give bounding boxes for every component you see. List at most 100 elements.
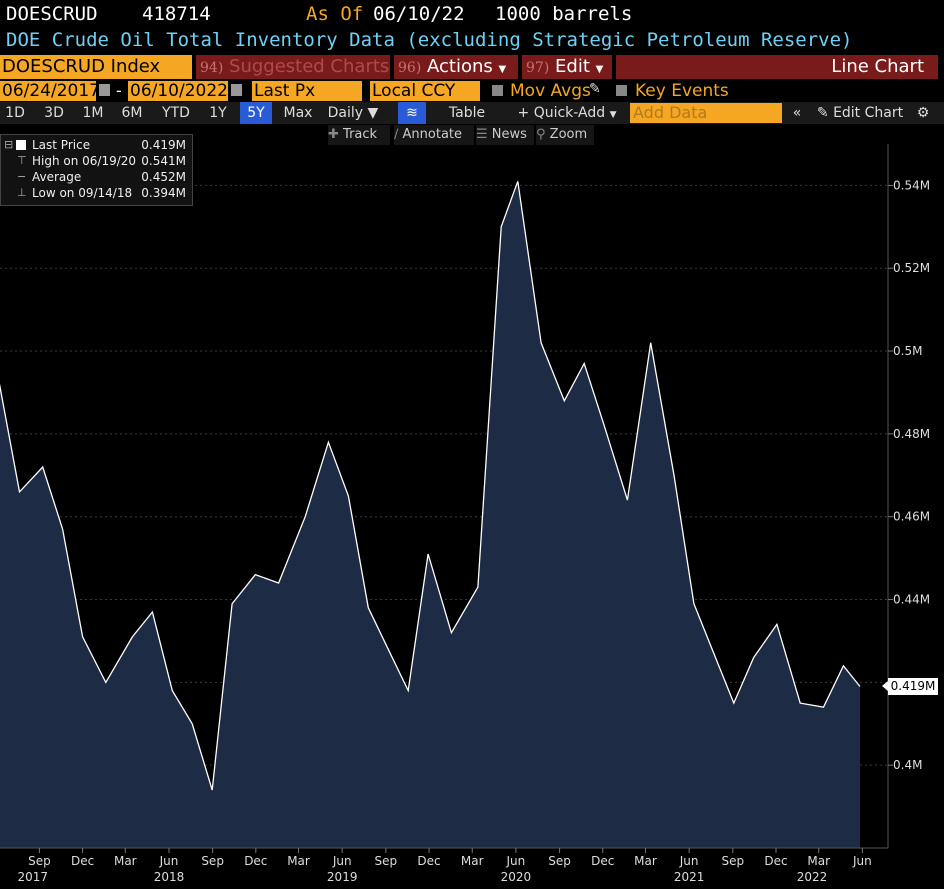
x-tick-label: Mar	[634, 854, 657, 868]
low-marker-icon: ⊥	[17, 186, 27, 199]
x-year-label: 2021	[674, 870, 705, 884]
calendar-icon[interactable]	[231, 84, 242, 96]
chevron-down-icon: ▼	[609, 110, 617, 120]
range-max-button[interactable]: Max	[278, 102, 318, 124]
y-tick-label: 0.4M	[893, 758, 922, 772]
table-button[interactable]: Table	[436, 102, 498, 124]
x-tick-label: Sep	[721, 854, 744, 868]
news-icon: ☰	[476, 127, 488, 142]
edit-chart-button[interactable]: ✎ Edit Chart	[810, 102, 910, 124]
chart-type-label[interactable]: Line Chart	[616, 55, 938, 79]
legend-high-label: High on 06/19/20	[32, 154, 137, 168]
actions-num: 96)	[398, 60, 422, 76]
x-tick-label: Sep	[28, 854, 51, 868]
legend-last-label: Last Price	[32, 138, 91, 152]
chevron-down-icon: ▼	[498, 64, 507, 75]
ticker-symbol: DOESCRUD	[6, 3, 98, 25]
y-tick-label: 0.46M	[893, 510, 930, 524]
high-marker-icon: ⊤	[17, 154, 27, 167]
key-events-checkbox[interactable]	[616, 85, 627, 96]
chevron-down-icon: ▼	[595, 64, 604, 75]
start-date-input[interactable]: 06/24/2017	[0, 81, 100, 101]
as-of-date: 06/10/22	[373, 3, 465, 25]
currency-select[interactable]: Local CCY	[370, 81, 480, 101]
actions-label: Actions	[427, 56, 493, 77]
end-date-input[interactable]: 06/10/2022	[128, 81, 228, 101]
news-label: News	[491, 127, 527, 142]
chevron-down-icon: ▼	[367, 105, 379, 121]
price-chart[interactable]: 0.4M 0.44M 0.46M 0.48M 0.5M 0.52M 0.54M Sep Dec…	[0, 144, 944, 889]
legend-last-value: 0.419M	[141, 138, 186, 152]
y-tick-label: 0.54M	[893, 178, 930, 192]
x-year-label: 2019	[327, 870, 358, 884]
mov-avgs-checkbox[interactable]	[492, 85, 503, 96]
x-tick-label: Sep	[548, 854, 571, 868]
series-swatch	[16, 140, 26, 150]
crosshair-icon: ✚	[328, 127, 339, 142]
command-bar: DOESCRUD Index 94) Suggested Charts 96) …	[0, 55, 944, 79]
key-events-label: Key Events	[635, 81, 729, 101]
x-tick-label: Mar	[287, 854, 310, 868]
average-marker-icon: −	[17, 170, 27, 183]
track-button[interactable]: ✚ Track	[328, 125, 390, 145]
legend-average-value: 0.452M	[141, 170, 186, 184]
zoom-label: Zoom	[549, 127, 588, 142]
y-tick-label: 0.52M	[893, 261, 930, 275]
x-axis: Sep Dec Mar Jun Sep Dec Mar Jun Sep Dec Mar Jun Sep D…	[0, 847, 888, 884]
legend-high-value: 0.541M	[141, 154, 186, 168]
legend-high: ⊤ High on 06/19/20 0.541M	[1, 153, 192, 169]
legend-average: − Average 0.452M	[1, 169, 192, 185]
edit-button[interactable]: 97) Edit ▼	[522, 55, 612, 79]
x-tick-label: Dec	[591, 854, 614, 868]
news-button[interactable]: ☰ News	[476, 125, 534, 145]
suggested-label: Suggested Charts	[229, 56, 390, 77]
legend-average-label: Average	[32, 170, 82, 184]
quick-add-label: Quick-Add	[533, 105, 606, 121]
legend-low-value: 0.394M	[141, 186, 186, 200]
range-ytd-button[interactable]: YTD	[155, 102, 197, 124]
x-tick-label: Mar	[807, 854, 830, 868]
x-tick-label: Dec	[71, 854, 94, 868]
collapse-icon[interactable]: «	[786, 102, 808, 124]
range-bar: 1D 3D 1M 6M YTD 1Y 5Y Max Daily ▼ ≋ Tabl…	[0, 102, 944, 124]
calendar-icon[interactable]	[99, 84, 110, 96]
title-bar: DOESCRUD 418714 As Of 06/10/22 1000 barr…	[0, 0, 944, 30]
area-fill	[0, 181, 860, 848]
settings-bar: 06/24/2017 - 06/10/2022 Last Px Local CC…	[0, 80, 944, 102]
range-6m-button[interactable]: 6M	[116, 102, 148, 124]
zoom-button[interactable]: ⚲ Zoom	[536, 125, 594, 145]
x-tick-label: Sep	[375, 854, 398, 868]
periodicity-select[interactable]: Daily ▼	[325, 102, 381, 124]
x-tick-label: Jun	[679, 854, 699, 868]
range-1m-button[interactable]: 1M	[76, 102, 110, 124]
pencil-icon: ∕	[394, 127, 399, 142]
gear-icon[interactable]: ⚙	[912, 102, 934, 124]
collapse-icon[interactable]: ⊟	[4, 138, 13, 151]
actions-button[interactable]: 96) Actions ▼	[394, 55, 518, 79]
y-tick-label: 0.48M	[893, 427, 930, 441]
range-5y-button[interactable]: 5Y	[240, 102, 272, 124]
line-chart-icon[interactable]: ≋	[398, 102, 426, 124]
suggested-charts-button[interactable]: 94) Suggested Charts	[196, 55, 390, 79]
add-data-input[interactable]: Add Data	[630, 103, 782, 123]
x-tick-label: Dec	[764, 854, 787, 868]
range-3d-button[interactable]: 3D	[38, 102, 70, 124]
pencil-icon[interactable]: ✎	[589, 81, 601, 97]
security-field[interactable]: DOESCRUD Index	[0, 55, 192, 79]
last-price-tag: 0.419M	[882, 678, 938, 696]
legend-box: ⊟ Last Price 0.419M ⊤ High on 06/19/20 0…	[0, 134, 193, 206]
pencil-icon: ✎	[816, 105, 829, 121]
range-1d-button[interactable]: 1D	[0, 102, 30, 124]
legend-last-price: ⊟ Last Price 0.419M	[1, 137, 192, 153]
x-year-label: 2018	[154, 870, 185, 884]
x-tick-label: Jun	[506, 854, 526, 868]
y-tick-label: 0.44M	[893, 593, 930, 607]
range-1y-button[interactable]: 1Y	[202, 102, 234, 124]
track-label: Track	[343, 127, 378, 142]
annotate-button[interactable]: ∕ Annotate	[394, 125, 474, 145]
x-year-label: 2020	[501, 870, 532, 884]
legend-low: ⊥ Low on 09/14/18 0.394M	[1, 185, 192, 201]
edit-label: Edit	[555, 56, 590, 77]
quick-add-button[interactable]: + Quick-Add ▼	[512, 102, 622, 124]
field-select[interactable]: Last Px	[252, 81, 362, 101]
